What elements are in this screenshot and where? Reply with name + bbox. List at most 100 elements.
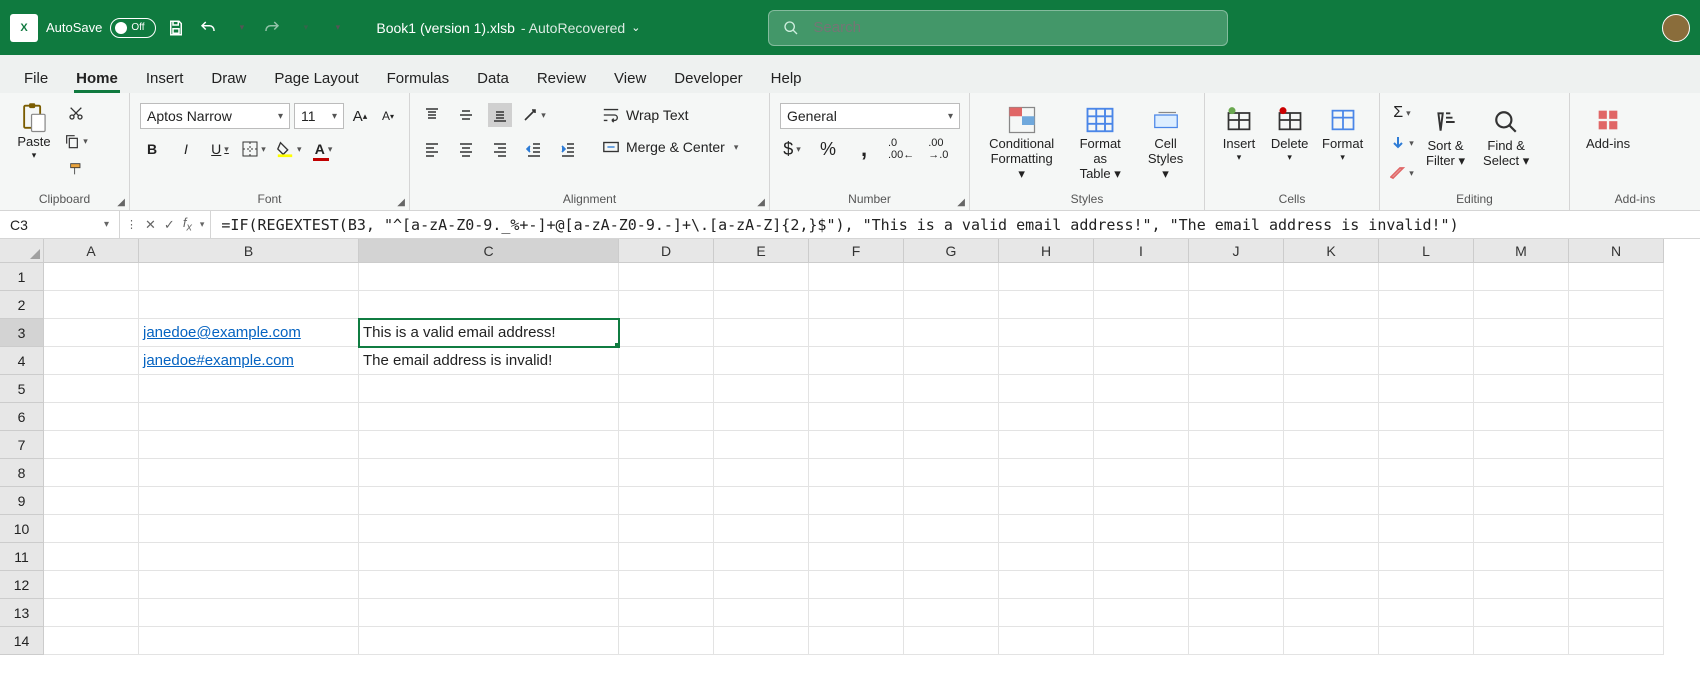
cell-J12[interactable]: [1189, 571, 1284, 599]
cell-D5[interactable]: [619, 375, 714, 403]
percent-format-button[interactable]: %: [816, 137, 840, 161]
column-header-H[interactable]: H: [999, 239, 1094, 263]
cell-I3[interactable]: [1094, 319, 1189, 347]
cell-K5[interactable]: [1284, 375, 1379, 403]
column-header-K[interactable]: K: [1284, 239, 1379, 263]
row-header-12[interactable]: 12: [0, 571, 44, 599]
cell-K11[interactable]: [1284, 543, 1379, 571]
autosave-toggle[interactable]: Off: [110, 18, 156, 38]
cell-K1[interactable]: [1284, 263, 1379, 291]
cell-K10[interactable]: [1284, 515, 1379, 543]
cell-M11[interactable]: [1474, 543, 1569, 571]
cell-L8[interactable]: [1379, 459, 1474, 487]
cell-N11[interactable]: [1569, 543, 1664, 571]
cell-L5[interactable]: [1379, 375, 1474, 403]
font-color-button[interactable]: A: [312, 137, 336, 161]
format-cells-button[interactable]: Format▾: [1316, 99, 1369, 166]
merge-center-button[interactable]: Merge & Center: [596, 135, 744, 159]
cell-G14[interactable]: [904, 627, 999, 655]
conditional-formatting-button[interactable]: ConditionalFormatting ▾: [980, 99, 1063, 186]
formula-input[interactable]: =IF(REGEXTEST(B3, "^[a-zA-Z0-9._%+-]+@[a…: [211, 211, 1700, 238]
cell-F8[interactable]: [809, 459, 904, 487]
fill-color-button[interactable]: [276, 137, 302, 161]
qat-customize-dropdown[interactable]: [324, 16, 348, 40]
cell-I12[interactable]: [1094, 571, 1189, 599]
cell-I8[interactable]: [1094, 459, 1189, 487]
column-header-F[interactable]: F: [809, 239, 904, 263]
cell-A13[interactable]: [44, 599, 139, 627]
insert-function-button[interactable]: fx: [183, 215, 192, 234]
cell-L9[interactable]: [1379, 487, 1474, 515]
tab-insert[interactable]: Insert: [144, 64, 186, 93]
cell-I9[interactable]: [1094, 487, 1189, 515]
cell-N9[interactable]: [1569, 487, 1664, 515]
align-bottom-button[interactable]: [488, 103, 512, 127]
cell-F4[interactable]: [809, 347, 904, 375]
cell-J6[interactable]: [1189, 403, 1284, 431]
tab-view[interactable]: View: [612, 64, 648, 93]
cell-C4[interactable]: The email address is invalid!: [359, 347, 619, 375]
column-header-B[interactable]: B: [139, 239, 359, 263]
cut-button[interactable]: [64, 101, 88, 125]
cell-M3[interactable]: [1474, 319, 1569, 347]
cell-D4[interactable]: [619, 347, 714, 375]
cell-H1[interactable]: [999, 263, 1094, 291]
cell-L7[interactable]: [1379, 431, 1474, 459]
tab-formulas[interactable]: Formulas: [385, 64, 452, 93]
search-input[interactable]: [813, 19, 1213, 36]
cell-G6[interactable]: [904, 403, 999, 431]
insert-cells-button[interactable]: Insert▾: [1215, 99, 1263, 166]
cell-A14[interactable]: [44, 627, 139, 655]
cell-B7[interactable]: [139, 431, 359, 459]
cell-M2[interactable]: [1474, 291, 1569, 319]
cell-G8[interactable]: [904, 459, 999, 487]
align-center-button[interactable]: [454, 137, 478, 161]
cancel-formula-button[interactable]: ✕: [145, 217, 156, 233]
cell-G9[interactable]: [904, 487, 999, 515]
decrease-indent-button[interactable]: [522, 137, 546, 161]
cell-N4[interactable]: [1569, 347, 1664, 375]
cell-E5[interactable]: [714, 375, 809, 403]
cell-L2[interactable]: [1379, 291, 1474, 319]
cell-N2[interactable]: [1569, 291, 1664, 319]
cell-M12[interactable]: [1474, 571, 1569, 599]
cell-D8[interactable]: [619, 459, 714, 487]
cell-F10[interactable]: [809, 515, 904, 543]
cell-M8[interactable]: [1474, 459, 1569, 487]
cell-K13[interactable]: [1284, 599, 1379, 627]
align-top-button[interactable]: [420, 103, 444, 127]
cell-L14[interactable]: [1379, 627, 1474, 655]
font-name-combo[interactable]: Aptos Narrow▾: [140, 103, 290, 129]
cell-N7[interactable]: [1569, 431, 1664, 459]
cell-A7[interactable]: [44, 431, 139, 459]
cell-K3[interactable]: [1284, 319, 1379, 347]
cell-A6[interactable]: [44, 403, 139, 431]
cell-E4[interactable]: [714, 347, 809, 375]
cell-E8[interactable]: [714, 459, 809, 487]
cell-E7[interactable]: [714, 431, 809, 459]
cell-K14[interactable]: [1284, 627, 1379, 655]
cell-C13[interactable]: [359, 599, 619, 627]
cell-L4[interactable]: [1379, 347, 1474, 375]
cell-A4[interactable]: [44, 347, 139, 375]
cell-B13[interactable]: [139, 599, 359, 627]
cell-J2[interactable]: [1189, 291, 1284, 319]
cell-D12[interactable]: [619, 571, 714, 599]
undo-dropdown[interactable]: [228, 16, 252, 40]
cell-A11[interactable]: [44, 543, 139, 571]
tab-developer[interactable]: Developer: [672, 64, 744, 93]
cell-I10[interactable]: [1094, 515, 1189, 543]
cell-A3[interactable]: [44, 319, 139, 347]
undo-icon[interactable]: [196, 16, 220, 40]
document-title[interactable]: Book1 (version 1).xlsb - AutoRecovered ⌄: [376, 20, 640, 36]
orientation-button[interactable]: [522, 103, 546, 127]
cell-E3[interactable]: [714, 319, 809, 347]
cell-B5[interactable]: [139, 375, 359, 403]
cell-I7[interactable]: [1094, 431, 1189, 459]
cell-E13[interactable]: [714, 599, 809, 627]
cell-I5[interactable]: [1094, 375, 1189, 403]
tab-home[interactable]: Home: [74, 64, 120, 93]
cell-F11[interactable]: [809, 543, 904, 571]
cell-M6[interactable]: [1474, 403, 1569, 431]
column-header-I[interactable]: I: [1094, 239, 1189, 263]
